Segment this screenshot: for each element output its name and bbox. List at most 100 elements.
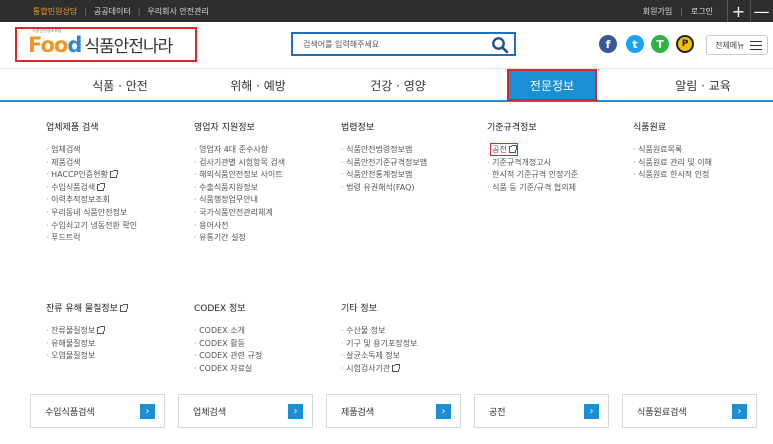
menu-item[interactable]: 식품원료 한시적 인정 xyxy=(633,169,712,182)
menu-item[interactable]: 시험검사기관 xyxy=(341,363,417,376)
external-link-icon xyxy=(97,182,106,191)
menu-heading[interactable]: 기타 정보 xyxy=(341,301,417,314)
menu-item[interactable]: 영업자 4대 준수사항 xyxy=(194,144,285,157)
separator: | xyxy=(137,6,141,16)
chevron-right-icon: › xyxy=(732,404,747,419)
menu-item[interactable]: 국가식품안전관리체계 xyxy=(194,207,285,220)
kakaostory-icon-inner: P xyxy=(678,37,692,51)
menu-item[interactable]: 제품검색 xyxy=(46,157,137,170)
menu-col-standards: 기준규격정보 공전 기준규격개정고시 한시적 기준규격 인정기준 식품 등 기준… xyxy=(487,120,578,194)
site-logo[interactable]: 식품안전정보포털 Food 식품안전나라 xyxy=(15,27,197,62)
all-menu-label: 전체메뉴 xyxy=(715,40,745,50)
menu-item[interactable]: 용어사전 xyxy=(194,220,285,233)
kakaotalk-icon[interactable]: T xyxy=(651,35,669,53)
menu-item[interactable]: 우리동네 식품안전정보 xyxy=(46,207,137,220)
nav-hazard-prevention[interactable]: 위해 · 예방 xyxy=(188,69,328,101)
link-civil-consult[interactable]: 통합민원상담 xyxy=(33,6,77,17)
menu-item[interactable]: 유통기간 설정 xyxy=(194,232,285,245)
quick-food-code[interactable]: 공전 › xyxy=(474,394,609,428)
signup-link[interactable]: 회원가입 xyxy=(643,6,672,17)
logo-letters-oo: oo xyxy=(40,32,69,57)
chevron-right-icon: › xyxy=(436,404,451,419)
quick-company-search[interactable]: 업체검색 › xyxy=(178,394,313,428)
menu-item[interactable]: 기준규격개정고시 xyxy=(487,157,578,170)
logo-letter-f: F xyxy=(28,32,41,57)
menu-item[interactable]: 수산물 정보 xyxy=(341,325,417,338)
menu-item[interactable]: 식품안전법령정보맵 xyxy=(341,144,427,157)
menu-item[interactable]: 식품원료 관리 및 이해 xyxy=(633,157,712,170)
zoom-in-button[interactable]: + xyxy=(727,0,749,22)
menu-col-residue: 잔류 유해 물질정보 잔류물질정보 유해물질정보 오염물질정보 xyxy=(46,301,128,363)
external-link-icon xyxy=(119,304,128,312)
menu-item[interactable]: CODEX 소개 xyxy=(194,325,262,338)
logo-letter-d: d xyxy=(67,32,82,57)
separator: | xyxy=(84,6,87,16)
quick-product-search[interactable]: 제품검색 › xyxy=(326,394,461,428)
quick-ingredient-search[interactable]: 식품원료검색 › xyxy=(622,394,757,428)
menu-item[interactable]: 식품원료목록 xyxy=(633,144,712,157)
kakaostory-icon[interactable]: P xyxy=(676,35,694,53)
external-link-icon xyxy=(392,363,401,372)
menu-item-codex-gongjeon[interactable]: 공전 xyxy=(487,143,578,157)
menu-col-other-info: 기타 정보 수산물 정보 기구 및 용기포장정보 살균소독제 정보 시험검사기관 xyxy=(341,301,417,375)
menu-col-company-product: 업체제품 검색 업체검색 제품검색 HACCP인증현황 수입식품검색 이력추적정… xyxy=(46,120,137,245)
quick-import-food-search[interactable]: 수입식품검색 › xyxy=(30,394,165,428)
quick-label: 제품검색 xyxy=(341,407,375,418)
menu-item[interactable]: 푸드트럭 xyxy=(46,232,137,245)
separator: | xyxy=(680,6,683,16)
menu-item[interactable]: 검사기관별 시험항목 검색 xyxy=(194,157,285,170)
external-link-icon xyxy=(109,170,118,179)
link-company-safety[interactable]: 우리회사 안전관리 xyxy=(147,6,208,17)
menu-item[interactable]: 식품 등 기준/규격 협의체 xyxy=(487,182,578,195)
chevron-right-icon: › xyxy=(584,404,599,419)
quick-label: 업체검색 xyxy=(193,407,227,418)
all-menu-button[interactable]: 전체메뉴 xyxy=(706,35,768,55)
menu-heading[interactable]: 영업자 지원정보 xyxy=(194,120,285,133)
menu-heading[interactable]: 업체제품 검색 xyxy=(46,120,137,133)
zoom-out-button[interactable]: — xyxy=(750,0,772,22)
menu-item[interactable]: CODEX 자료실 xyxy=(194,363,262,376)
menu-col-business-support: 영업자 지원정보 영업자 4대 준수사항 검사기관별 시험항목 검색 해외식품안… xyxy=(194,120,285,245)
menu-item[interactable]: HACCP인증현황 xyxy=(46,169,137,182)
nav-expert-info[interactable]: 전문정보 xyxy=(507,69,597,101)
menu-item[interactable]: 수입식품검색 xyxy=(46,182,137,195)
chevron-right-icon: › xyxy=(140,404,155,419)
menu-item[interactable]: 해외식품안전정보 사이트 xyxy=(194,169,285,182)
search-input[interactable] xyxy=(293,34,483,54)
nav-food-safety[interactable]: 식품 · 안전 xyxy=(50,69,190,101)
menu-heading[interactable]: 법령정보 xyxy=(341,120,427,133)
main-nav: 식품 · 안전 위해 · 예방 건강 · 영양 전문정보 알림 · 교육 xyxy=(0,68,773,102)
login-link[interactable]: 로그인 xyxy=(691,6,713,17)
menu-item[interactable]: CODEX 활동 xyxy=(194,338,262,351)
menu-item[interactable]: 유해물질정보 xyxy=(46,338,127,351)
search-icon[interactable] xyxy=(491,36,509,54)
menu-item[interactable]: 살균소독제 정보 xyxy=(341,350,417,363)
search-box xyxy=(291,32,516,56)
logo-korean-text: 식품안전나라 xyxy=(84,37,173,57)
menu-heading[interactable]: CODEX 정보 xyxy=(194,301,262,314)
menu-item[interactable]: 식품안전기준규격정보맵 xyxy=(341,157,427,170)
menu-item[interactable]: 수입쇠고기 냉동전환 확인 xyxy=(46,220,137,233)
menu-item[interactable]: 이력추적정보조회 xyxy=(46,194,137,207)
twitter-icon[interactable]: t xyxy=(626,35,644,53)
menu-heading[interactable]: 기준규격정보 xyxy=(487,120,578,133)
menu-item[interactable]: 기구 및 용기포장정보 xyxy=(341,338,417,351)
menu-item[interactable]: 법령 유권해석(FAQ) xyxy=(341,182,427,195)
quick-label: 공전 xyxy=(489,407,506,418)
menu-item[interactable]: 업체검색 xyxy=(46,144,137,157)
menu-item[interactable]: CODEX 관련 규정 xyxy=(194,350,262,363)
menu-item[interactable]: 식품행정업무안내 xyxy=(194,194,285,207)
menu-item[interactable]: 식품안전통계정보맵 xyxy=(341,169,427,182)
menu-item[interactable]: 한시적 기준규격 인정기준 xyxy=(487,169,578,182)
menu-item[interactable]: 오염물질정보 xyxy=(46,350,127,363)
nav-health-nutrition[interactable]: 건강 · 영양 xyxy=(328,69,468,101)
menu-heading[interactable]: 식품원료 xyxy=(633,120,712,133)
nav-notice-education[interactable]: 알림 · 교육 xyxy=(628,69,773,101)
menu-item[interactable]: 수출식품지원정보 xyxy=(194,182,285,195)
menu-item[interactable]: 잔류물질정보 xyxy=(46,325,127,338)
hamburger-icon xyxy=(750,41,762,50)
link-public-data[interactable]: 공공데이터 xyxy=(94,6,131,17)
top-right-links: 회원가입 | 로그인 xyxy=(643,0,713,22)
menu-heading[interactable]: 잔류 유해 물질정보 xyxy=(46,301,128,314)
facebook-icon[interactable]: f xyxy=(599,35,617,53)
